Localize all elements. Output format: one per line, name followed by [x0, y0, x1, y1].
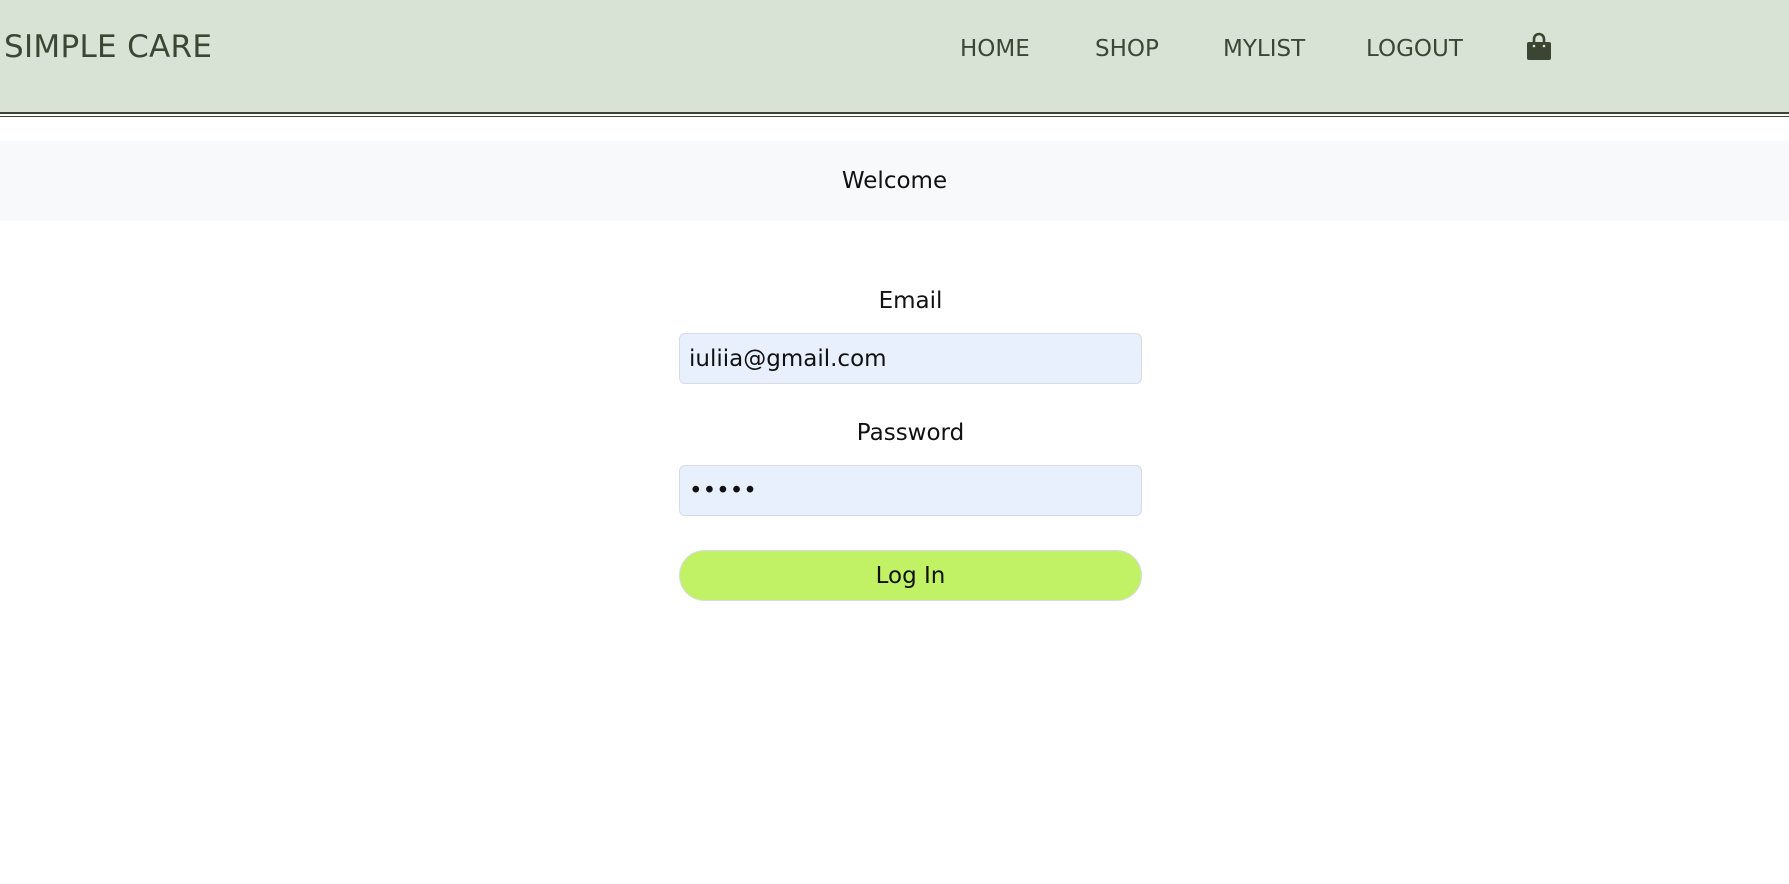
nav-mylist[interactable]: MYLIST — [1223, 32, 1305, 66]
email-field[interactable] — [679, 333, 1142, 384]
password-label: Password — [856, 420, 965, 446]
site-header: SIMPLE CARE HOME SHOP MYLIST LOGOUT — [0, 0, 1789, 113]
header-divider-thin — [0, 116, 1789, 117]
email-label: Email — [878, 288, 943, 314]
nav-logout[interactable]: LOGOUT — [1366, 32, 1463, 66]
shopping-bag-icon[interactable] — [1526, 32, 1552, 62]
brand-logo[interactable]: SIMPLE CARE — [4, 27, 212, 67]
nav-shop[interactable]: SHOP — [1095, 32, 1159, 66]
password-field[interactable] — [679, 465, 1142, 516]
welcome-text: Welcome — [841, 168, 948, 194]
login-button[interactable]: Log In — [679, 550, 1142, 601]
nav-home[interactable]: HOME — [960, 32, 1030, 66]
welcome-banner: Welcome — [0, 141, 1789, 221]
header-divider — [0, 112, 1789, 114]
